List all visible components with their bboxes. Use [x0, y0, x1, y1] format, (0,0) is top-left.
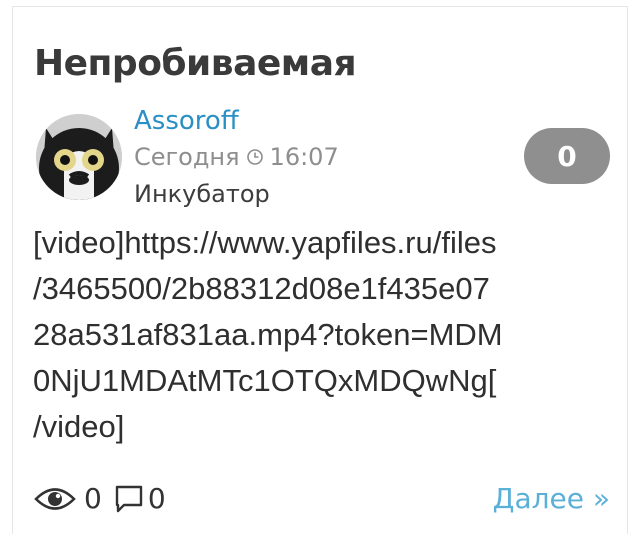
- comments-count[interactable]: 0: [148, 482, 166, 515]
- views-count: 0: [84, 482, 102, 515]
- post-stats: 0 0: [34, 482, 166, 515]
- post-body-line: /video]: [33, 409, 125, 444]
- cat-avatar-image: [36, 114, 122, 200]
- post-body-line: 28a531af831aa.mp4?token=MDM: [33, 317, 503, 352]
- rating-badge: 0: [524, 128, 610, 184]
- post-body: [video]https://www.yapfiles.ru/files /34…: [33, 220, 593, 450]
- post-category[interactable]: Инкубатор: [134, 178, 270, 210]
- post-body-line: /3465500/2b88312d08e1f435e07: [33, 271, 490, 306]
- clock-icon: [246, 149, 263, 165]
- eye-icon: [34, 487, 76, 510]
- post-body-line: [video]https://www.yapfiles.ru/files: [33, 225, 497, 260]
- post-date-time: 16:07: [269, 143, 339, 171]
- post-title[interactable]: Непробиваемая: [34, 40, 357, 88]
- post-date-day: Сегодня: [134, 143, 240, 171]
- author-link[interactable]: Assoroff: [134, 104, 239, 138]
- read-more-link[interactable]: Далее »: [493, 482, 610, 515]
- author-avatar[interactable]: [36, 114, 122, 200]
- post-date: Сегодня 16:07: [134, 141, 339, 173]
- post-body-line: 0NjU1MDAtMTc1OTQxMDQwNg[: [33, 363, 497, 398]
- comment-bubble-icon[interactable]: [114, 484, 144, 514]
